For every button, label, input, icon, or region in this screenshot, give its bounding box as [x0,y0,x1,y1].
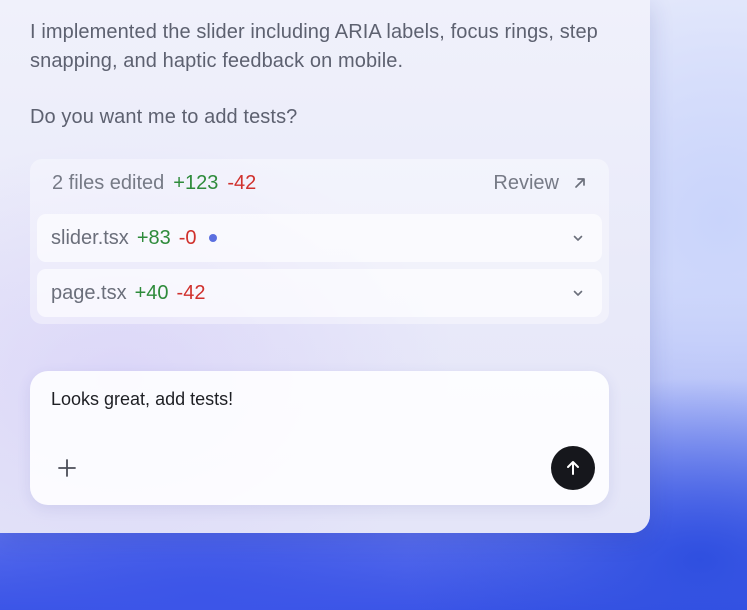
chat-panel: I implemented the slider including ARIA … [0,0,650,533]
total-deletions: -42 [227,171,257,194]
message-paragraph: I implemented the slider including ARIA … [30,21,598,72]
review-button[interactable]: Review [493,172,587,195]
plus-icon[interactable] [56,457,78,479]
file-name: slider.tsx [51,226,129,249]
file-additions: +40 [134,281,169,304]
total-additions: +123 [173,171,219,194]
file-name: page.tsx [51,281,127,304]
chevron-down-icon[interactable] [572,232,584,244]
unsaved-dot-icon [208,234,217,242]
file-row-slider[interactable]: slider.tsx +83 -0 [37,214,602,262]
send-button[interactable] [551,446,595,490]
message-question: Do you want me to add tests? [30,106,298,128]
file-row-page[interactable]: page.tsx +40 -42 [37,269,602,317]
assistant-message: I implemented the slider including ARIA … [30,18,600,132]
arrow-up-icon [567,461,579,475]
files-edited-summary: 2 files edited [52,171,165,194]
composer-input[interactable]: Looks great, add tests! [51,389,233,410]
file-additions: +83 [136,226,171,249]
file-deletions: -0 [178,226,197,249]
file-deletions: -42 [176,281,206,304]
message-composer[interactable]: Looks great, add tests! [30,371,609,505]
changes-header: 2 files edited +123 -42 Review [52,169,587,197]
review-label: Review [493,171,559,194]
changes-card: 2 files edited +123 -42 Review slider.ts… [30,159,609,324]
chevron-down-icon[interactable] [572,287,584,299]
arrow-up-right-icon [575,178,585,188]
